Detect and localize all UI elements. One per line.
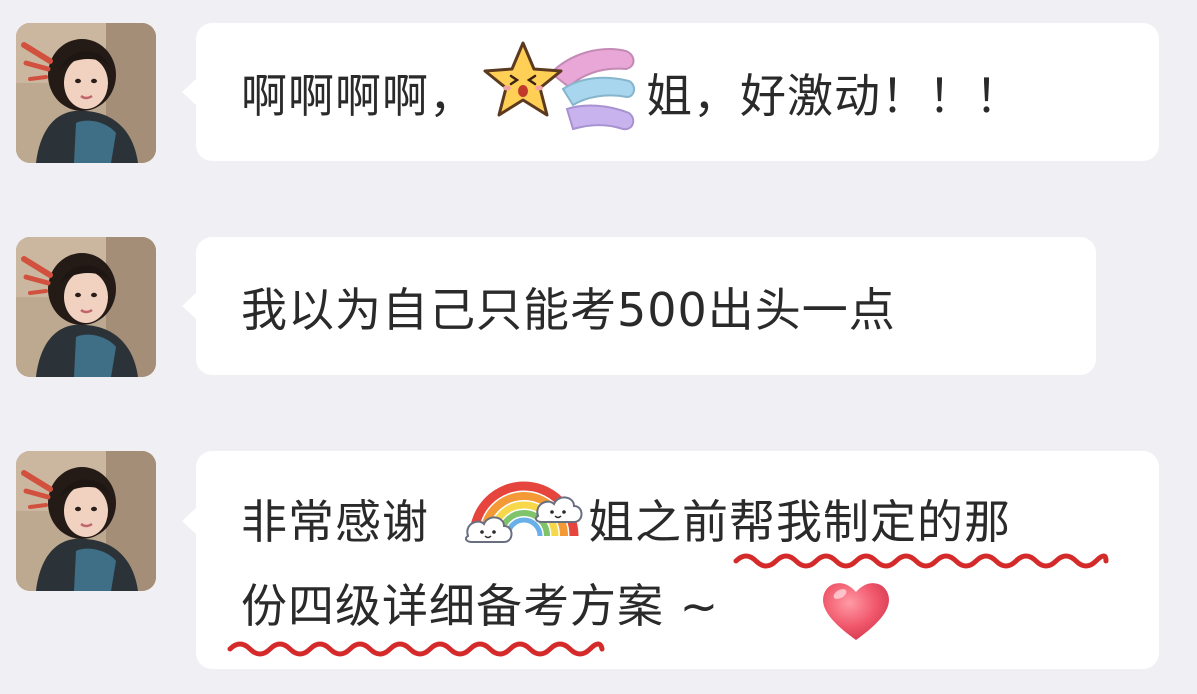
sender-avatar[interactable] <box>16 451 156 591</box>
message-bubble[interactable]: 我以为自己只能考500出头一点 <box>182 237 1096 375</box>
message-text-line1-part1: 非常感谢 <box>241 495 429 549</box>
message-text-line2: 份四级详细备考方案 ~ <box>241 579 720 633</box>
shooting-star-sticker-icon <box>483 41 635 131</box>
wavy-underline-line2 <box>227 641 605 657</box>
message-text-part-2: 姐，好激动！！！ <box>646 69 1022 123</box>
message-row-1: 啊啊啊啊， 姐，好激动！！！ <box>0 22 1197 167</box>
message-row-2: 我以为自己只能考500出头一点 <box>0 236 1197 381</box>
message-text-part-1: 啊啊啊啊， <box>241 69 476 123</box>
bubble-tail <box>182 78 197 106</box>
girl-portrait-avatar-icon <box>16 237 156 377</box>
message-bubble[interactable]: 非常感谢 姐之前帮我制定的那 份四级详细备考方案 ~ <box>182 451 1159 669</box>
sender-avatar[interactable] <box>16 237 156 377</box>
girl-portrait-avatar-icon <box>16 23 156 163</box>
message-row-3: 非常感谢 姐之前帮我制定的那 份四级详细备考方案 ~ <box>0 450 1197 672</box>
bubble-tail <box>182 292 197 320</box>
wavy-underline-line1 <box>733 553 1109 569</box>
message-text-line1-part2: 姐之前帮我制定的那 <box>588 495 1011 549</box>
message-text: 我以为自己只能考500出头一点 <box>241 283 896 337</box>
girl-portrait-avatar-icon <box>16 451 156 591</box>
message-bubble[interactable]: 啊啊啊啊， 姐，好激动！！！ <box>182 23 1159 161</box>
pink-heart-emoji-icon <box>823 583 889 640</box>
rainbow-cloud-sticker-icon <box>464 481 583 543</box>
sender-avatar[interactable] <box>16 23 156 163</box>
bubble-tail <box>182 507 197 535</box>
